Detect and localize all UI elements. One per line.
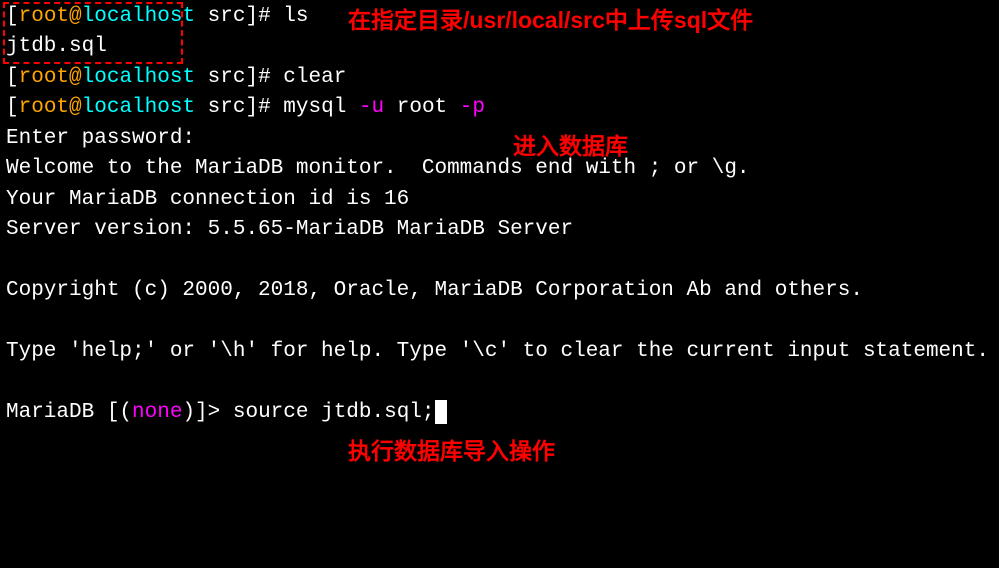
prompt-bracket: [ xyxy=(6,5,19,28)
cursor-icon xyxy=(435,400,447,424)
help-hint: Type 'help;' or '\h' for help. Type '\c'… xyxy=(6,340,989,363)
terminal-output[interactable]: [root@localhost src]# ls jtdb.sql [root@… xyxy=(6,2,993,428)
prompt-at: @ xyxy=(69,66,82,89)
welcome-line: Welcome to the MariaDB monitor. Commands… xyxy=(6,157,750,180)
prompt-bracket: [ xyxy=(6,96,19,119)
prompt-at: @ xyxy=(69,96,82,119)
cmd-mysql: mysql xyxy=(283,96,359,119)
cmd-clear: clear xyxy=(283,66,346,89)
prompt-user: root xyxy=(19,5,69,28)
prompt-host: localhost xyxy=(82,5,195,28)
file-output: jtdb.sql xyxy=(6,35,107,58)
prompt-user: root xyxy=(19,66,69,89)
connection-id: Your MariaDB connection id is 16 xyxy=(6,188,409,211)
prompt-at: @ xyxy=(69,5,82,28)
prompt-dir: src xyxy=(195,66,245,89)
prompt-bracket: [ xyxy=(6,66,19,89)
annotation-import: 执行数据库导入操作 xyxy=(348,435,555,468)
prompt-close: ]# xyxy=(245,96,283,119)
server-version: Server version: 5.5.65-MariaDB MariaDB S… xyxy=(6,218,573,241)
mariadb-none: none xyxy=(132,401,182,424)
enter-password: Enter password: xyxy=(6,127,195,150)
prompt-host: localhost xyxy=(82,96,195,119)
cmd-root: root xyxy=(384,96,460,119)
flag-u: -u xyxy=(359,96,384,119)
prompt-host: localhost xyxy=(82,66,195,89)
cmd-source: source jtdb.sql; xyxy=(233,401,435,424)
prompt-user: root xyxy=(19,96,69,119)
prompt-close: ]# xyxy=(245,66,283,89)
copyright: Copyright (c) 2000, 2018, Oracle, MariaD… xyxy=(6,279,863,302)
prompt-close: ]# xyxy=(245,5,283,28)
cmd-ls: ls xyxy=(283,5,308,28)
mariadb-prompt-post: )]> xyxy=(182,401,232,424)
prompt-dir: src xyxy=(195,5,245,28)
flag-p: -p xyxy=(460,96,485,119)
annotation-enter-db: 进入数据库 xyxy=(513,130,628,163)
prompt-dir: src xyxy=(195,96,245,119)
annotation-upload: 在指定目录/usr/local/src中上传sql文件 xyxy=(348,4,753,37)
mariadb-prompt-pre: MariaDB [( xyxy=(6,401,132,424)
